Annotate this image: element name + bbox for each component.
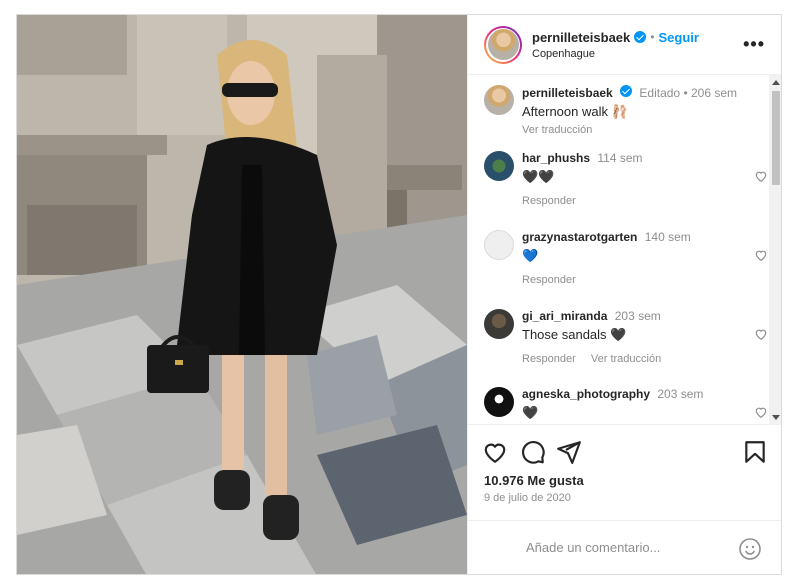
commenter-avatar[interactable] xyxy=(484,387,514,417)
heart-icon[interactable] xyxy=(482,439,508,465)
caption-avatar[interactable] xyxy=(484,85,514,115)
comment-username[interactable]: har_phushs xyxy=(522,151,590,165)
comment-text: Those sandals 🖤 xyxy=(522,327,627,342)
reply-button[interactable]: Responder xyxy=(522,353,576,365)
comments-list: pernilleteisbaek Editado • 206 sem After… xyxy=(468,75,781,425)
header-separator: • xyxy=(650,30,655,44)
comment-time: 114 sem xyxy=(597,151,643,165)
share-icon[interactable] xyxy=(556,439,582,465)
commenter-avatar[interactable] xyxy=(484,151,514,181)
commenter-avatar[interactable] xyxy=(484,230,514,260)
comment-like-heart-icon[interactable] xyxy=(754,248,768,262)
comment-time: 203 sem xyxy=(614,309,661,323)
more-options-icon[interactable]: ••• xyxy=(743,35,765,53)
post-image xyxy=(17,15,467,574)
author-username[interactable]: pernilleteisbaek xyxy=(532,30,630,45)
comment-text: 💙 xyxy=(522,248,539,263)
likes-count[interactable]: 10.976 Me gusta xyxy=(484,473,584,488)
bookmark-icon[interactable] xyxy=(742,439,768,465)
comment-username[interactable]: grazynastarotgarten xyxy=(522,230,637,244)
caption-text: Afternoon walk 🩰 xyxy=(522,104,628,119)
caption-meta: Editado • 206 sem xyxy=(639,86,737,100)
comment-text: 🖤 xyxy=(522,405,539,420)
comment-item: grazynastarotgarten 140 sem 💙 Responder xyxy=(484,230,767,286)
translate-button[interactable]: Ver traducción xyxy=(522,124,592,136)
comment-text: 🖤🖤 xyxy=(522,169,555,184)
comment-time: 203 sem xyxy=(657,387,704,401)
reply-button[interactable]: Responder xyxy=(522,195,576,207)
comment-username[interactable]: agneska_photography xyxy=(522,387,650,401)
post-dialog: pernilleteisbaek • Seguir Copenhague •••… xyxy=(16,14,782,575)
comment-username[interactable]: gi_ari_miranda xyxy=(522,309,607,323)
post-photo[interactable] xyxy=(17,15,467,574)
add-comment-bar: Añade un comentario... xyxy=(468,520,781,574)
comment-like-heart-icon[interactable] xyxy=(754,327,768,341)
follow-button[interactable]: Seguir xyxy=(658,30,698,45)
post-location[interactable]: Copenhague xyxy=(532,48,699,60)
comment-like-heart-icon[interactable] xyxy=(754,405,768,419)
translate-button[interactable]: Ver traducción xyxy=(591,353,661,365)
scroll-up-arrow-icon[interactable] xyxy=(772,80,780,85)
caption-username[interactable]: pernilleteisbaek xyxy=(522,86,613,100)
scroll-thumb[interactable] xyxy=(772,91,780,185)
comment-input[interactable]: Añade un comentario... xyxy=(526,540,660,555)
author-avatar[interactable] xyxy=(484,25,522,64)
comment-time: 140 sem xyxy=(644,230,691,244)
comments-scrollbar[interactable] xyxy=(769,75,781,425)
commenter-avatar[interactable] xyxy=(484,309,514,339)
comment-like-heart-icon[interactable] xyxy=(754,169,768,183)
caption: pernilleteisbaek Editado • 206 sem After… xyxy=(484,85,754,136)
emoji-icon[interactable] xyxy=(738,537,762,561)
post-header: pernilleteisbaek • Seguir Copenhague ••• xyxy=(468,15,781,75)
comment-icon[interactable] xyxy=(520,439,546,465)
post-actions xyxy=(482,439,772,467)
scroll-down-arrow-icon[interactable] xyxy=(772,415,780,420)
comment-item: har_phushs 114 sem 🖤🖤 Responder xyxy=(484,151,767,207)
comment-item: gi_ari_miranda 203 sem Those sandals 🖤 R… xyxy=(484,309,767,365)
comment-item: agneska_photography 203 sem 🖤 xyxy=(484,387,767,421)
post-date: 9 de julio de 2020 xyxy=(484,492,571,504)
verified-icon xyxy=(620,85,633,97)
verified-icon xyxy=(634,31,647,43)
post-side-panel: pernilleteisbaek • Seguir Copenhague •••… xyxy=(467,15,781,574)
reply-button[interactable]: Responder xyxy=(522,274,576,286)
